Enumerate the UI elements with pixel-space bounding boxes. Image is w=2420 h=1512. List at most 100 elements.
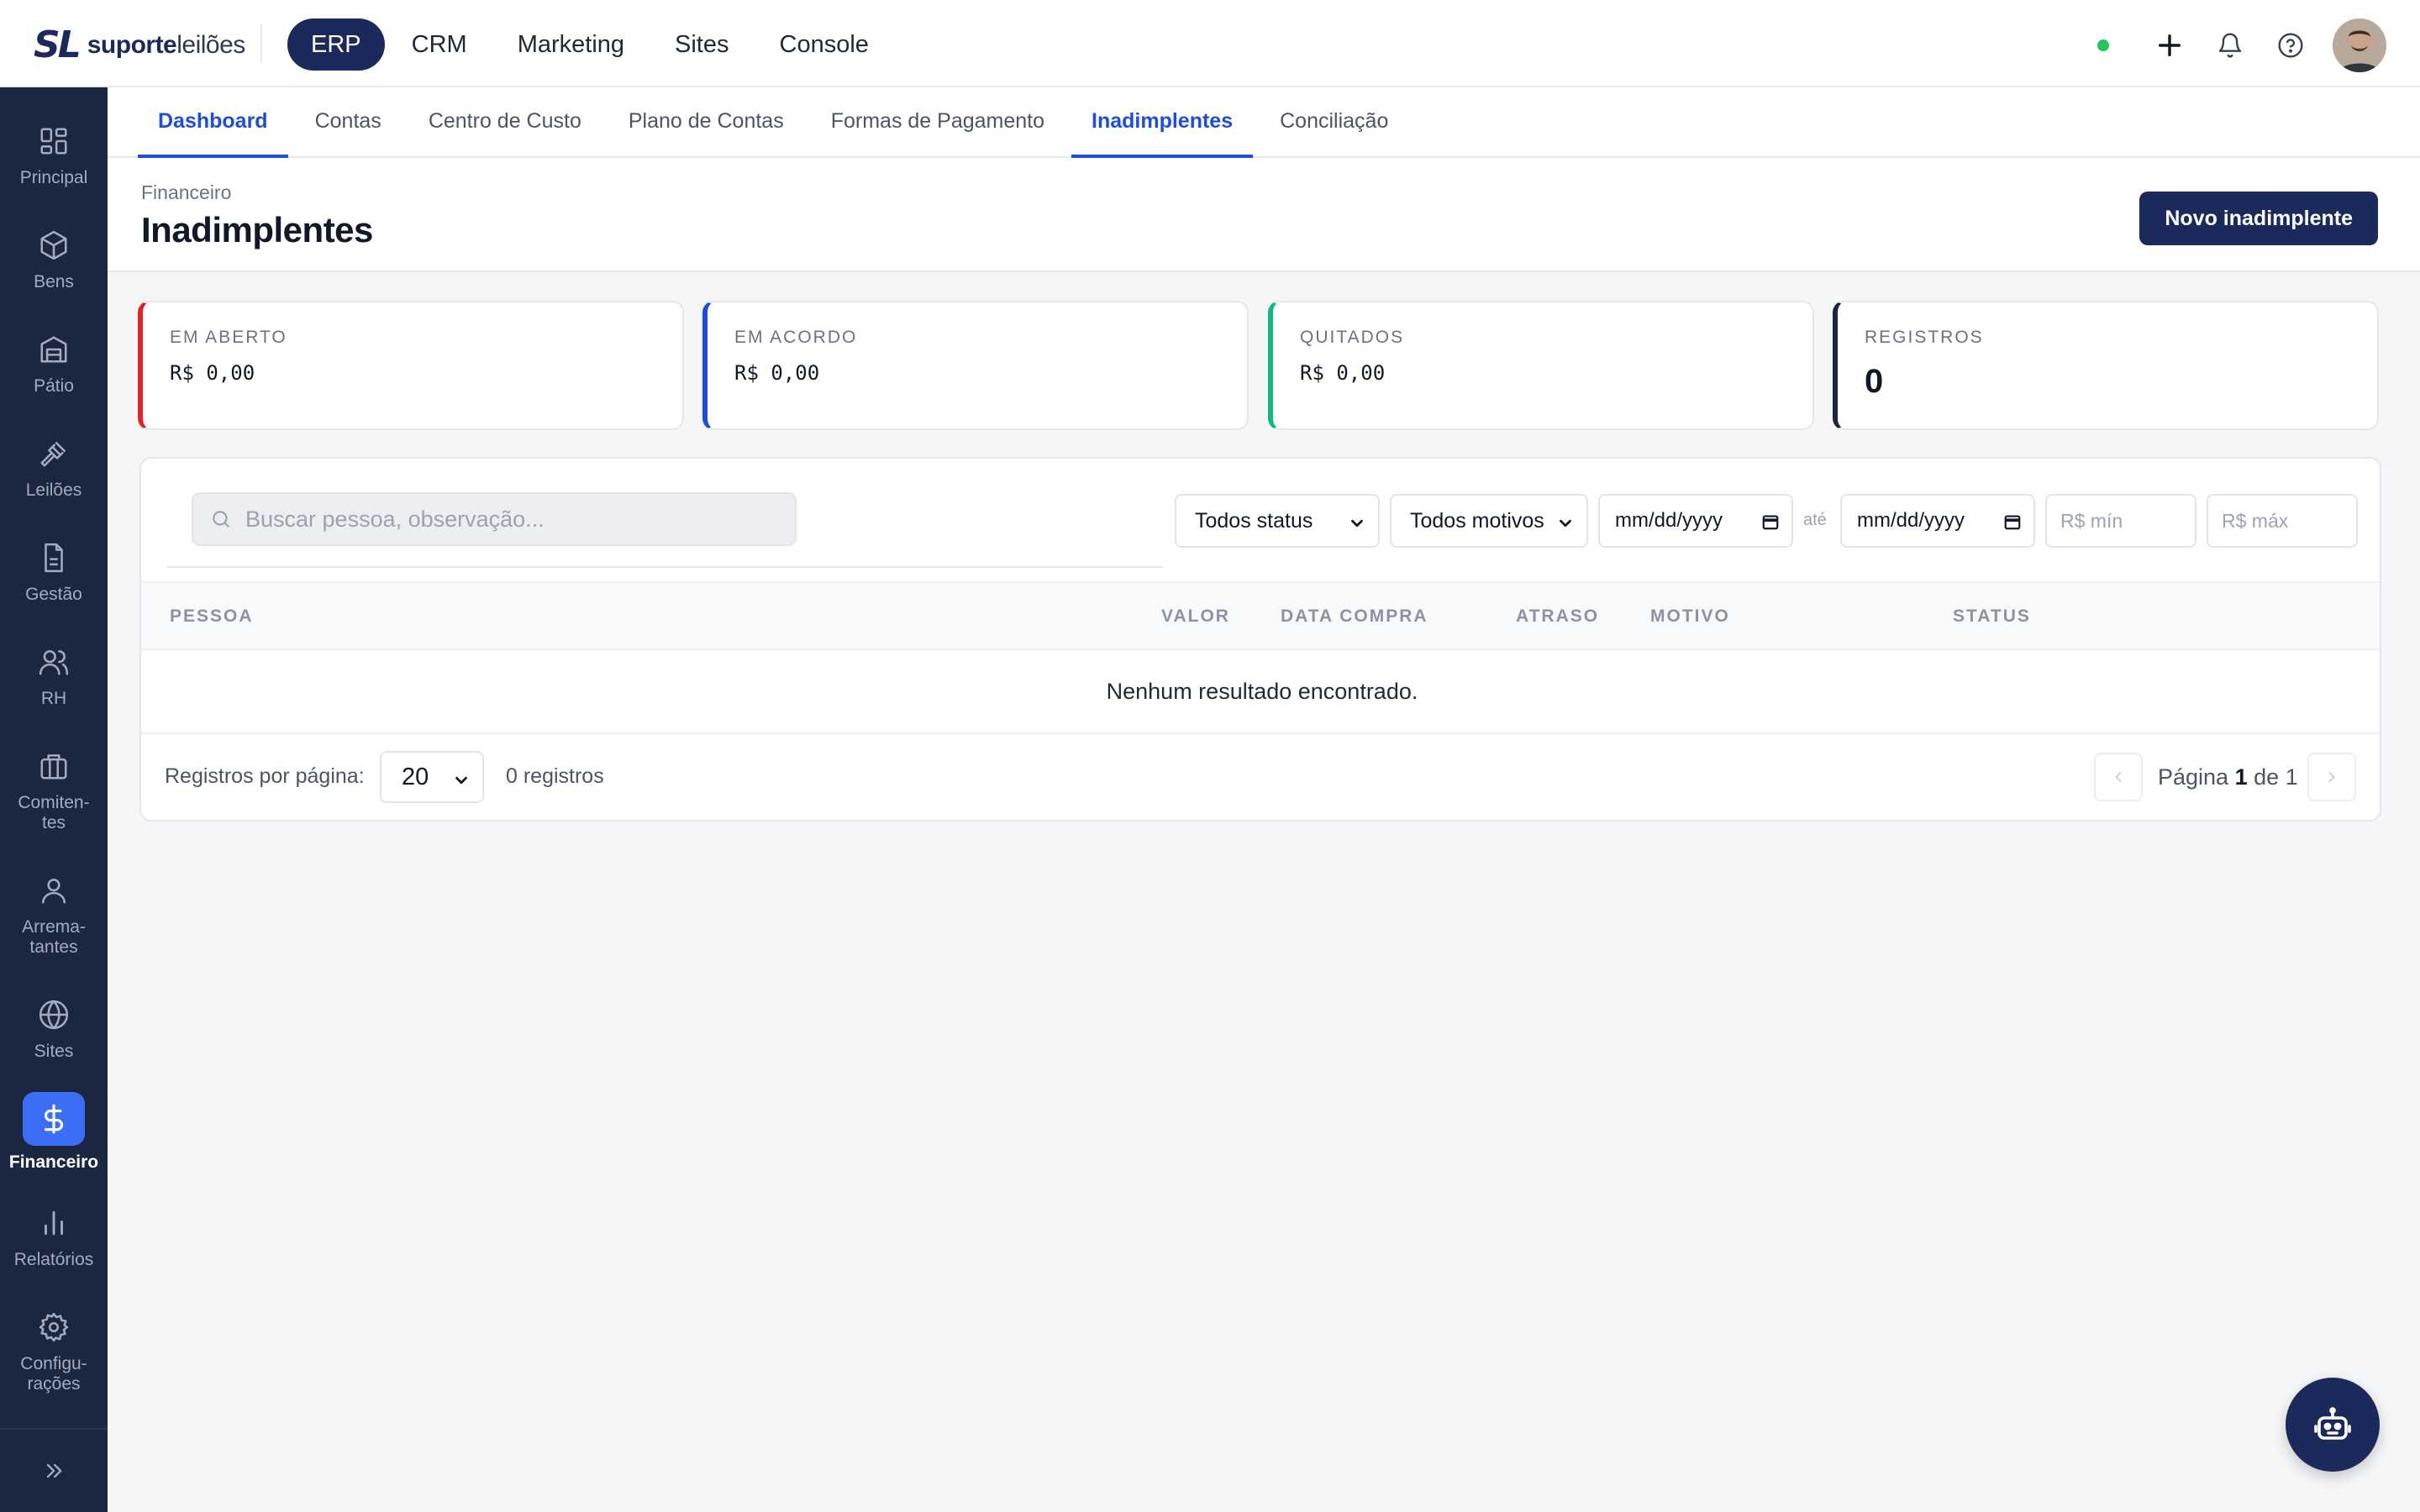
per-page-label: Registros por página: [165,764,365,788]
stat-label: EM ABERTO [170,328,287,347]
sidebar-collapse-button[interactable] [0,1428,108,1512]
sub-nav: Dashboard Contas Centro de Custo Plano d… [108,87,2420,158]
next-page-button[interactable] [2307,753,2356,801]
sidebar-item-comitentes[interactable]: Comiten- tes [0,748,108,833]
column-header-atraso[interactable]: ATRASO [1516,606,1599,627]
tab-conciliacao[interactable]: Conciliação [1260,87,1408,158]
tab-formas-de-pagamento[interactable]: Formas de Pagamento [811,87,1065,158]
bell-icon[interactable] [2212,27,2249,64]
date-from-value: mm/dd/yyyy [1615,509,1723,532]
stat-value: R$ 0,00 [170,361,255,385]
stat-value: R$ 0,00 [1300,361,1386,385]
tab-dashboard[interactable]: Dashboard [138,87,288,158]
sidebar-item-label: Configu- rações [20,1354,87,1394]
per-page-value: 20 [402,763,429,790]
motivo-filter-select[interactable]: Todos motivos [1390,494,1588,548]
topnav-erp[interactable]: ERP [287,18,385,71]
stat-card-quitados: QUITADOS R$ 0,00 [1268,301,1814,430]
sidebar-item-bens[interactable]: Bens [0,227,108,292]
gear-icon [35,1309,72,1346]
avatar[interactable] [2333,18,2386,72]
total-pages: 1 [2285,764,2298,790]
date-to-input[interactable]: mm/dd/yyyy [1840,494,2035,548]
bar-chart-icon [35,1205,72,1242]
sidebar-item-label: Principal [19,168,88,187]
column-header-pessoa[interactable]: PESSOA [170,606,254,627]
stat-label: EM ACORDO [734,328,858,347]
sidebar-item-rh[interactable]: RH [0,643,108,709]
valor-min-input[interactable]: R$ mín [2045,494,2196,548]
top-actions [2097,18,2386,72]
sidebar-item-patio[interactable]: Pátio [0,331,108,396]
table-header: PESSOA VALOR DATA COMPRA ATRASO MOTIVO S… [141,581,2380,650]
sidebar-item-sites[interactable]: Sites [0,996,108,1062]
column-header-motivo[interactable]: MOTIVO [1650,606,1730,627]
sidebar-item-principal[interactable]: Principal [0,123,108,188]
motivo-filter-value: Todos motivos [1410,508,1544,533]
per-page-select[interactable]: 20 [380,751,484,803]
grid-icon [35,123,72,160]
chevron-down-icon [1556,514,1575,533]
column-header-valor[interactable]: VALOR [1161,606,1230,627]
help-icon[interactable] [2272,27,2309,64]
topnav-marketing[interactable]: Marketing [494,18,648,71]
sidebar-item-financeiro[interactable]: Financeiro [0,1092,108,1173]
box-icon [35,227,72,264]
valor-max-input[interactable]: R$ máx [2207,494,2358,548]
tab-inadimplentes[interactable]: Inadimplentes [1071,87,1254,158]
new-inadimplente-button[interactable]: Novo inadimplente [2139,192,2378,245]
stat-value: 0 [1865,363,1884,400]
sidebar-item-label: RH [40,689,67,708]
page-title: Inadimplentes [141,210,373,249]
sidebar-item-label: Relatórios [13,1250,94,1269]
user-icon [35,872,72,909]
topnav-sites[interactable]: Sites [651,18,752,71]
column-header-data-compra[interactable]: DATA COMPRA [1281,606,1428,627]
column-header-status[interactable]: STATUS [1953,606,2031,627]
tab-plano-de-contas[interactable]: Plano de Contas [608,87,804,158]
current-page: 1 [2234,764,2248,790]
logo-mark: SL [34,24,82,66]
search-box[interactable] [192,492,797,546]
top-divider [260,24,262,62]
assistant-button[interactable] [2286,1378,2380,1472]
brand-logo[interactable]: SL suporteleilões [34,24,245,66]
sidebar-item-label: Comiten- tes [18,793,90,832]
search-divider [166,566,1163,568]
breadcrumb[interactable]: Financeiro [141,181,231,204]
sidebar-item-label: Leilões [25,480,82,500]
sidebar-item-gestao[interactable]: Gestão [0,539,108,605]
calendar-icon[interactable] [2003,512,2022,531]
sidebar-item-relatorios[interactable]: Relatórios [0,1205,108,1270]
stat-card-em-aberto: EM ABERTO R$ 0,00 [138,301,684,430]
robot-icon [2312,1404,2353,1445]
prev-page-button[interactable] [2094,753,2143,801]
chevrons-right-icon [42,1459,66,1483]
sidebar-item-label: Sites [34,1042,74,1061]
sidebar-item-configuracoes[interactable]: Configu- rações [0,1309,108,1394]
topnav-crm[interactable]: CRM [388,18,491,71]
tab-centro-de-custo[interactable]: Centro de Custo [408,87,602,158]
sidebar-item-label: Bens [34,272,74,291]
status-filter-select[interactable]: Todos status [1175,494,1380,548]
sidebar-item-leiloes[interactable]: Leilões [0,435,108,501]
calendar-icon[interactable] [1761,512,1780,531]
tab-contas[interactable]: Contas [295,87,402,158]
sidebar-item-label: Financeiro [8,1152,99,1172]
stat-card-registros: REGISTROS 0 [1833,301,2379,430]
plus-icon[interactable] [2151,27,2188,64]
chevron-down-icon [1348,514,1366,533]
warehouse-icon [35,331,72,368]
search-input[interactable] [245,506,750,533]
date-from-input[interactable]: mm/dd/yyyy [1598,494,1793,548]
document-icon [35,539,72,576]
status-online-icon [2097,39,2109,51]
topnav-console[interactable]: Console [756,18,892,71]
sidebar-item-arrematantes[interactable]: Arrema- tantes [0,872,108,958]
sidebar-item-label: Pátio [34,376,74,396]
users-icon [35,643,72,680]
records-count: 0 registros [506,764,604,788]
page-header: Financeiro Inadimplentes Novo inadimplen… [108,158,2420,272]
stat-card-em-acordo: EM ACORDO R$ 0,00 [702,301,1249,430]
gavel-icon [35,435,72,472]
